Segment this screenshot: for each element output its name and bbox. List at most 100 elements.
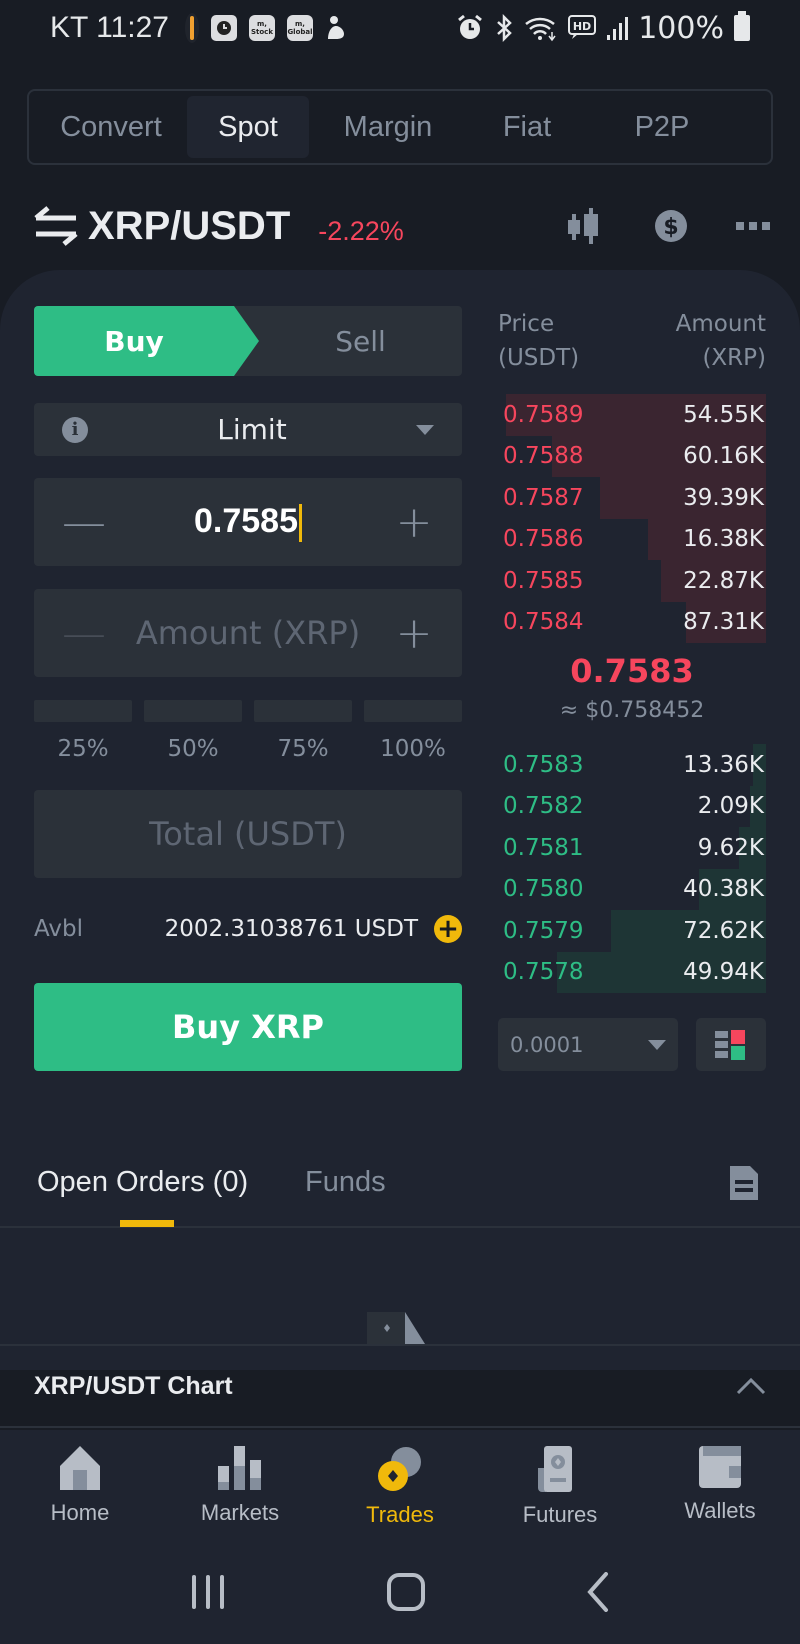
percent-label: 100%	[380, 736, 446, 762]
percent-label: 25%	[57, 736, 109, 762]
percent-bar[interactable]	[34, 700, 132, 722]
bid-row[interactable]: 0.7581 9.62K	[498, 827, 766, 869]
ask-row[interactable]: 0.7587 39.39K	[498, 477, 766, 519]
order-amount: 54.55K	[683, 401, 764, 428]
order-history-icon[interactable]	[730, 1166, 758, 1200]
tab-open-orders[interactable]: Open Orders (0)	[37, 1166, 248, 1199]
order-price: 0.7585	[503, 567, 584, 594]
ask-row[interactable]: 0.7584 87.31K	[498, 601, 766, 643]
tab-fiat[interactable]: Fiat	[467, 96, 587, 158]
amount-increment-button[interactable]: +	[394, 608, 434, 659]
sell-tab[interactable]: Sell	[259, 306, 462, 376]
order-price: 0.7586	[503, 526, 584, 553]
bid-row[interactable]: 0.7582 2.09K	[498, 785, 766, 827]
ask-row[interactable]: 0.7588 60.16K	[498, 435, 766, 477]
battery-icon	[734, 11, 750, 41]
chart-collapse-bar[interactable]: XRP/USDT Chart	[0, 1344, 800, 1428]
candlestick-chart-icon[interactable]	[566, 208, 606, 244]
percent-option-75[interactable]: 75%	[254, 700, 352, 762]
active-tab-indicator	[120, 1220, 174, 1227]
tick-size-select[interactable]: 0.0001	[498, 1018, 678, 1071]
percent-bar[interactable]	[364, 700, 462, 722]
nav-label: Trades	[366, 1502, 434, 1527]
bid-row[interactable]: 0.7578 49.94K	[498, 951, 766, 993]
text-cursor	[299, 504, 302, 542]
available-balance: Avbl 2002.31038761 USDT +	[34, 915, 462, 943]
price-column-header: Price (USDT)	[498, 311, 580, 371]
back-icon[interactable]	[586, 1572, 610, 1612]
order-type-value: Limit	[217, 413, 287, 446]
nav-markets[interactable]: Markets	[160, 1430, 320, 1540]
order-price: 0.7587	[503, 484, 584, 511]
bluetooth-icon	[497, 14, 513, 42]
wallets-icon	[699, 1446, 741, 1488]
tab-margin[interactable]: Margin	[309, 96, 467, 158]
order-price: 0.7582	[503, 793, 584, 820]
nav-label: Home	[50, 1500, 110, 1525]
system-nav-bar	[0, 1540, 800, 1644]
book-layout-icon	[715, 1029, 745, 1060]
amount-input[interactable]: Amount (XRP)	[102, 614, 394, 652]
home-icon	[60, 1446, 100, 1490]
order-amount: 39.39K	[683, 484, 764, 511]
order-type-select[interactable]: i Limit	[34, 403, 462, 456]
available-label: Avbl	[34, 916, 83, 942]
pair-selector[interactable]: XRP/USDT	[88, 204, 290, 249]
amount-decrement-button[interactable]: —	[62, 608, 106, 659]
orders-tabs: Open Orders (0) Funds	[0, 1150, 800, 1228]
recent-apps-icon[interactable]	[190, 1573, 226, 1611]
order-book-asks: 0.7589 54.55K 0.7588 60.16K 0.7587 39.39K 0.75…	[498, 394, 766, 643]
ask-row[interactable]: 0.7585 22.87K	[498, 560, 766, 602]
order-price: 0.7583	[503, 751, 584, 778]
tab-p2p[interactable]: P2P	[587, 96, 737, 158]
info-icon[interactable]: i	[62, 416, 88, 443]
total-input[interactable]: Total (USDT)	[34, 790, 462, 878]
nav-futures[interactable]: Futures	[480, 1430, 640, 1540]
tab-funds[interactable]: Funds	[305, 1166, 386, 1199]
percent-option-25[interactable]: 25%	[34, 700, 132, 762]
tab-convert[interactable]: Convert	[35, 96, 187, 158]
bid-row[interactable]: 0.7583 13.36K	[498, 744, 766, 786]
percent-option-100[interactable]: 100%	[364, 700, 462, 762]
nav-label: Futures	[522, 1502, 598, 1527]
ask-row[interactable]: 0.7589 54.55K	[498, 394, 766, 436]
order-amount: 22.87K	[683, 567, 764, 594]
bid-row[interactable]: 0.7580 40.38K	[498, 868, 766, 910]
more-options-icon[interactable]	[736, 221, 770, 231]
price-input[interactable]: 0.7585	[102, 502, 394, 542]
buy-tab[interactable]: Buy	[34, 306, 259, 376]
order-price: 0.7580	[503, 876, 584, 903]
last-price: 0.7583	[570, 652, 694, 690]
chevron-up-icon[interactable]	[736, 1377, 766, 1395]
baby-icon	[327, 16, 344, 39]
m-stock-icon: m, Stock	[248, 15, 275, 41]
percent-bar[interactable]	[254, 700, 352, 722]
ask-row[interactable]: 0.7586 16.38K	[498, 518, 766, 560]
amount-column-header: Amount (XRP)	[675, 311, 766, 371]
percent-option-50[interactable]: 50%	[144, 700, 242, 762]
bottom-nav: Home Markets Trades Futures Wallets	[0, 1430, 800, 1540]
buy-xrp-button[interactable]: Buy XRP	[34, 983, 462, 1071]
price-increment-button[interactable]: +	[394, 497, 434, 548]
price-input-value: 0.7585	[194, 501, 298, 540]
percent-label: 50%	[167, 736, 219, 762]
nav-wallets[interactable]: Wallets	[640, 1430, 800, 1540]
nav-home[interactable]: Home	[0, 1430, 160, 1540]
futures-icon	[538, 1446, 572, 1492]
dollar-circle-icon[interactable]: $	[654, 209, 688, 243]
add-funds-icon[interactable]: +	[434, 915, 462, 943]
percent-bar[interactable]	[144, 700, 242, 722]
dropdown-arrow-icon	[416, 424, 434, 435]
order-book-layout-button[interactable]	[696, 1018, 766, 1071]
buy-sell-toggle: Buy Sell	[34, 306, 462, 376]
dropdown-arrow-icon	[648, 1039, 666, 1050]
alarm-icon	[458, 14, 483, 39]
swap-arrows-icon[interactable]	[34, 206, 78, 246]
battery-percent: 100%	[638, 10, 724, 46]
bid-row[interactable]: 0.7579 72.62K	[498, 910, 766, 952]
nav-trades[interactable]: Trades	[320, 1430, 480, 1540]
svg-text:$: $	[663, 215, 678, 240]
home-button-icon[interactable]	[386, 1572, 426, 1612]
price-decrement-button[interactable]: —	[62, 497, 106, 548]
tab-spot[interactable]: Spot	[187, 96, 309, 158]
